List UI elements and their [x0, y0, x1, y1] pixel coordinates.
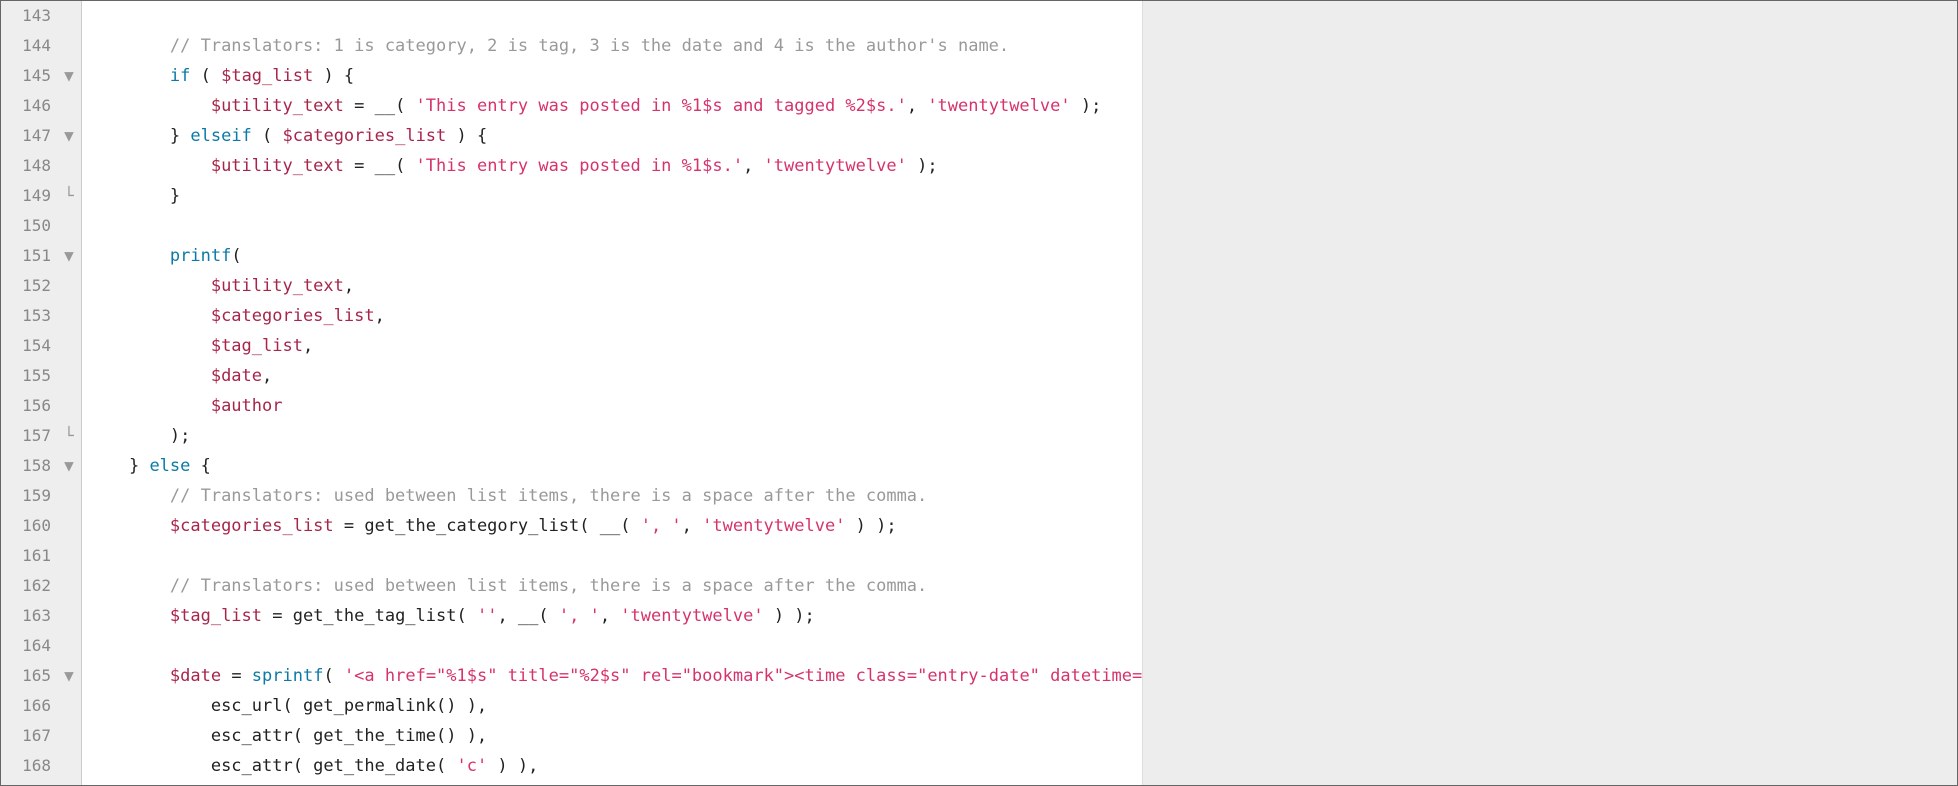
fold-toggle-icon[interactable]: ▼: [57, 661, 81, 691]
line-number: 166: [1, 691, 57, 721]
line-number: 159: [1, 481, 57, 511]
line-number: 151: [1, 241, 57, 271]
code-line[interactable]: $date = sprintf( '<a href="%1$s" title="…: [88, 661, 1142, 691]
line-number: 150: [1, 211, 57, 241]
fold-marker: [57, 301, 81, 331]
fold-marker: [57, 151, 81, 181]
fold-marker: [57, 271, 81, 301]
line-number: 164: [1, 631, 57, 661]
line-number: 149: [1, 181, 57, 211]
line-number: 163: [1, 601, 57, 631]
fold-marker: [57, 391, 81, 421]
fold-toggle-icon[interactable]: ▼: [57, 61, 81, 91]
code-editor[interactable]: 1431441451461471481491501511521531541551…: [0, 0, 1958, 786]
line-number: 167: [1, 721, 57, 751]
fold-toggle-icon[interactable]: ▼: [57, 121, 81, 151]
fold-marker: [57, 751, 81, 781]
line-number: 144: [1, 31, 57, 61]
code-line[interactable]: // Translators: used between list items,…: [88, 481, 1142, 511]
code-line[interactable]: [88, 541, 1142, 571]
code-line[interactable]: }: [88, 181, 1142, 211]
code-line[interactable]: if ( $tag_list ) {: [88, 61, 1142, 91]
line-number: 148: [1, 151, 57, 181]
code-line[interactable]: } elseif ( $categories_list ) {: [88, 121, 1142, 151]
line-number: 168: [1, 751, 57, 781]
line-number: 160: [1, 511, 57, 541]
fold-marker: [57, 631, 81, 661]
editor-right-margin: [1142, 1, 1957, 785]
line-number: 153: [1, 301, 57, 331]
code-line[interactable]: $author: [88, 391, 1142, 421]
code-line[interactable]: $utility_text = __( 'This entry was post…: [88, 151, 1142, 181]
fold-marker: [57, 1, 81, 31]
code-line[interactable]: $tag_list,: [88, 331, 1142, 361]
code-line[interactable]: );: [88, 421, 1142, 451]
fold-marker: [57, 91, 81, 121]
fold-end-icon[interactable]: └: [57, 181, 81, 211]
fold-marker: [57, 481, 81, 511]
code-line[interactable]: esc_attr( get_the_date( 'c' ) ),: [88, 751, 1142, 781]
code-area-wrap: // Translators: 1 is category, 2 is tag,…: [82, 1, 1957, 785]
code-line[interactable]: printf(: [88, 241, 1142, 271]
editor-gutter: 1431441451461471481491501511521531541551…: [1, 1, 82, 785]
code-line[interactable]: [88, 631, 1142, 661]
line-number: 152: [1, 271, 57, 301]
code-line[interactable]: $categories_list,: [88, 301, 1142, 331]
code-line[interactable]: $utility_text = __( 'This entry was post…: [88, 91, 1142, 121]
fold-toggle-icon[interactable]: ▼: [57, 241, 81, 271]
code-line[interactable]: } else {: [88, 451, 1142, 481]
fold-marker: [57, 721, 81, 751]
code-line[interactable]: $utility_text,: [88, 271, 1142, 301]
line-number: 154: [1, 331, 57, 361]
code-line[interactable]: esc_attr( get_the_time() ),: [88, 721, 1142, 751]
code-line[interactable]: esc_url( get_permalink() ),: [88, 691, 1142, 721]
line-number: 157: [1, 421, 57, 451]
line-number: 155: [1, 361, 57, 391]
line-number: 161: [1, 541, 57, 571]
line-number: 162: [1, 571, 57, 601]
code-line[interactable]: [88, 211, 1142, 241]
line-number: 165: [1, 661, 57, 691]
fold-marker: [57, 211, 81, 241]
line-number: 147: [1, 121, 57, 151]
code-line[interactable]: [88, 1, 1142, 31]
fold-marker: [57, 691, 81, 721]
fold-marker: [57, 361, 81, 391]
line-number: 158: [1, 451, 57, 481]
code-line[interactable]: $date,: [88, 361, 1142, 391]
code-line[interactable]: // Translators: 1 is category, 2 is tag,…: [88, 31, 1142, 61]
line-number-gutter: 1431441451461471481491501511521531541551…: [1, 1, 57, 785]
fold-marker: [57, 31, 81, 61]
fold-marker: [57, 571, 81, 601]
code-line[interactable]: $tag_list = get_the_tag_list( '', __( ',…: [88, 601, 1142, 631]
fold-marker: [57, 511, 81, 541]
fold-end-icon[interactable]: └: [57, 421, 81, 451]
fold-gutter: ▼▼└▼└▼▼: [57, 1, 81, 785]
code-line[interactable]: // Translators: used between list items,…: [88, 571, 1142, 601]
code-area[interactable]: // Translators: 1 is category, 2 is tag,…: [82, 1, 1142, 785]
fold-toggle-icon[interactable]: ▼: [57, 451, 81, 481]
line-number: 143: [1, 1, 57, 31]
code-line[interactable]: $categories_list = get_the_category_list…: [88, 511, 1142, 541]
line-number: 146: [1, 91, 57, 121]
line-number: 145: [1, 61, 57, 91]
fold-marker: [57, 541, 81, 571]
line-number: 156: [1, 391, 57, 421]
fold-marker: [57, 601, 81, 631]
fold-marker: [57, 331, 81, 361]
